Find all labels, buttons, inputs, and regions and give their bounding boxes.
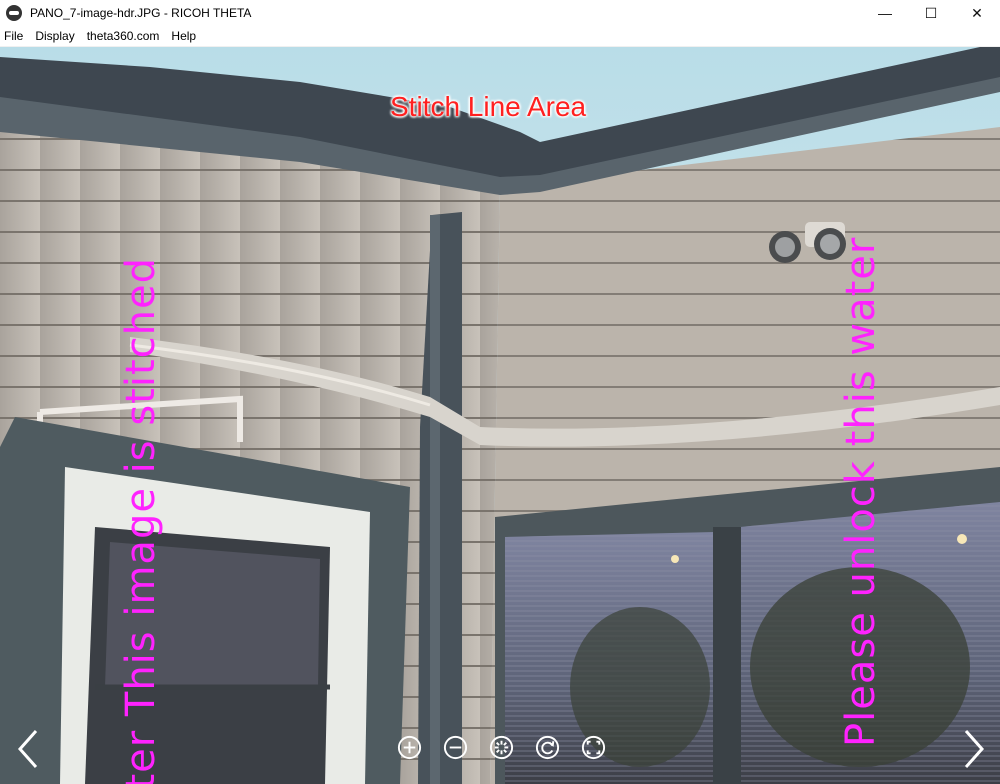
auto-rotate-icon[interactable] <box>488 734 515 761</box>
app-window: PANO_7-image-hdr.JPG - RICOH THETA — ☐ ✕… <box>0 0 1000 784</box>
zoom-in-icon[interactable] <box>396 734 423 761</box>
menu-theta360[interactable]: theta360.com <box>81 26 166 47</box>
menu-help[interactable]: Help <box>165 26 202 47</box>
menu-display[interactable]: Display <box>29 26 80 47</box>
close-button[interactable]: ✕ <box>954 0 1000 26</box>
maximize-button[interactable]: ☐ <box>908 0 954 26</box>
panorama-viewer[interactable]: Stitch Line Area rter This image is stit… <box>0 47 1000 784</box>
window-title: PANO_7-image-hdr.JPG - RICOH THETA <box>30 6 252 20</box>
menu-bar: File Display theta360.com Help <box>0 26 1000 47</box>
viewer-toolbar <box>396 734 607 761</box>
fullscreen-icon[interactable] <box>580 734 607 761</box>
chevron-right-icon[interactable] <box>958 727 988 771</box>
ricoh-theta-app-icon <box>6 5 22 21</box>
title-bar: PANO_7-image-hdr.JPG - RICOH THETA — ☐ ✕ <box>0 0 1000 26</box>
watermark-text-right: Please unlock this water <box>838 236 884 747</box>
watermark-text-left: rter This image is stitched <box>118 257 164 784</box>
zoom-out-icon[interactable] <box>442 734 469 761</box>
chevron-left-icon[interactable] <box>14 727 44 771</box>
menu-file[interactable]: File <box>0 26 29 47</box>
window-controls: — ☐ ✕ <box>862 0 1000 26</box>
minimize-button[interactable]: — <box>862 0 908 26</box>
reset-view-icon[interactable] <box>534 734 561 761</box>
stitch-line-label: Stitch Line Area <box>390 91 587 122</box>
